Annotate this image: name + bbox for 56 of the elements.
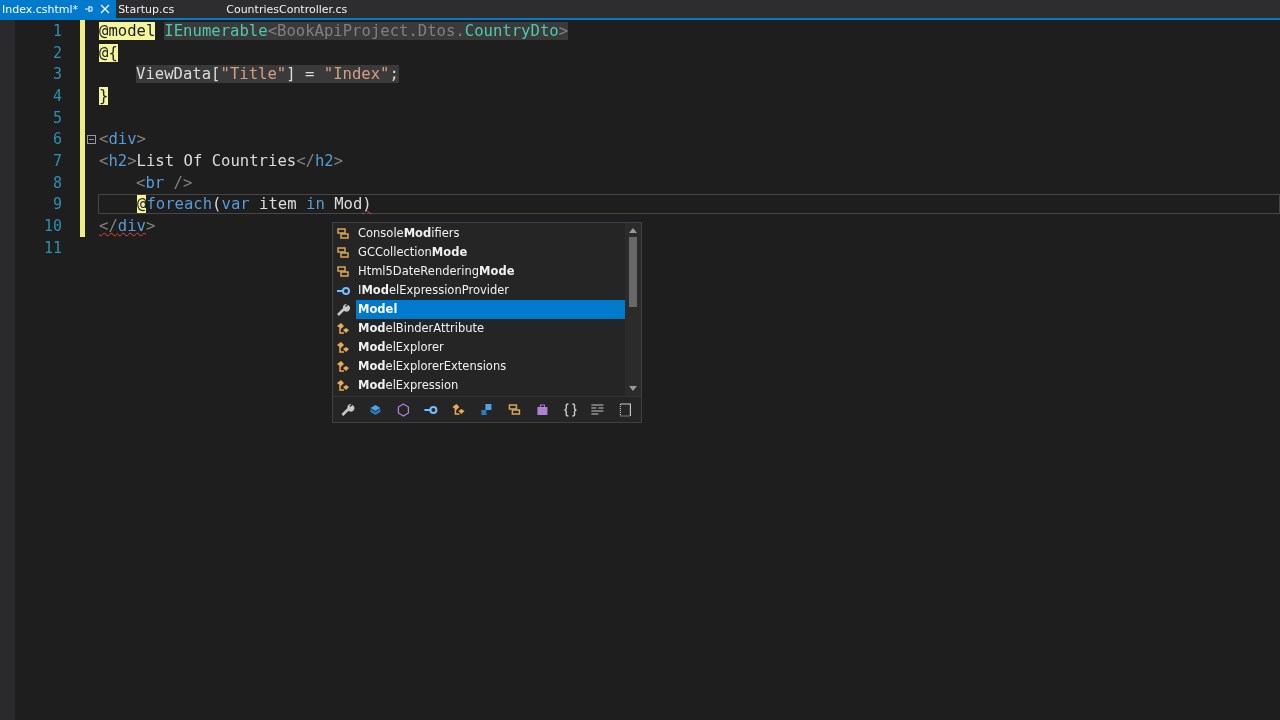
completion-item[interactable]: IModelExpressionProvider [356, 281, 625, 300]
collapse-icon[interactable] [87, 134, 96, 144]
completion-item[interactable]: ModelExplorerExtensions [356, 357, 625, 376]
class-icon [336, 359, 350, 374]
wrench-icon [336, 302, 350, 317]
code-line: ViewData["Title"] = "Index"; [135, 65, 399, 84]
completion-item[interactable]: ModelExplorer [356, 338, 625, 357]
line-number: 2 [51, 43, 62, 62]
class-icon[interactable] [451, 403, 467, 417]
braces-icon[interactable] [562, 403, 578, 417]
field-icon[interactable] [367, 403, 383, 417]
square-icon[interactable] [618, 403, 633, 417]
pin-icon[interactable] [84, 4, 95, 14]
editor-tab[interactable]: Index.cshtml* [0, 0, 117, 18]
method-icon[interactable] [479, 403, 494, 417]
scroll-up-icon[interactable] [629, 227, 637, 233]
enum-icon [336, 264, 350, 279]
line-number: 10 [42, 217, 62, 236]
scroll-down-icon[interactable] [629, 386, 637, 392]
code-line: @model IEnumerable<BookApiProject.Dtos.CountryDto> [98, 21, 569, 40]
completion-item[interactable]: Model [356, 300, 625, 319]
line-number: 6 [51, 130, 62, 149]
code-line: </div> [98, 217, 156, 236]
briefcase-icon[interactable] [534, 403, 550, 417]
close-icon[interactable] [100, 4, 111, 14]
wrench-icon[interactable] [340, 403, 355, 417]
interface-icon[interactable] [423, 403, 439, 417]
class-icon [336, 321, 350, 336]
code-line: <div> [98, 130, 146, 149]
enum-icon [336, 245, 350, 260]
line-number: 8 [51, 173, 62, 192]
editor-tab[interactable]: CountriesController.cs [224, 0, 354, 18]
editor-tab[interactable]: Startup.cs [116, 0, 181, 18]
line-number: 1 [51, 21, 62, 40]
line-number: 9 [51, 195, 62, 214]
completion-item[interactable]: Html5DateRenderingMode [356, 262, 625, 281]
completion-item[interactable]: GCCollectionMode [356, 243, 625, 262]
code-line: <br /> [135, 173, 193, 192]
class-icon [336, 378, 350, 393]
line-number: 4 [51, 86, 62, 105]
scroll-thumb[interactable] [629, 237, 637, 307]
hexagon-icon[interactable] [395, 403, 411, 417]
completion-item[interactable]: ModelBinderAttribute [356, 319, 625, 338]
line-number: 7 [51, 151, 62, 170]
lines-icon[interactable] [590, 403, 606, 417]
line-number: 3 [51, 65, 62, 84]
enum-icon [336, 226, 350, 241]
line-number: 5 [51, 108, 62, 127]
code-line: <h2>List Of Countries</h2> [98, 151, 344, 170]
code-line: @foreach(var item in Mod) [136, 195, 372, 214]
class-icon [336, 340, 350, 355]
completion-item[interactable]: ConsoleModifiers [356, 224, 625, 243]
completion-item[interactable]: ModelExpression [356, 376, 625, 395]
scrollbar[interactable] [625, 223, 641, 396]
line-number: 11 [42, 238, 62, 257]
enum-icon[interactable] [506, 403, 522, 417]
